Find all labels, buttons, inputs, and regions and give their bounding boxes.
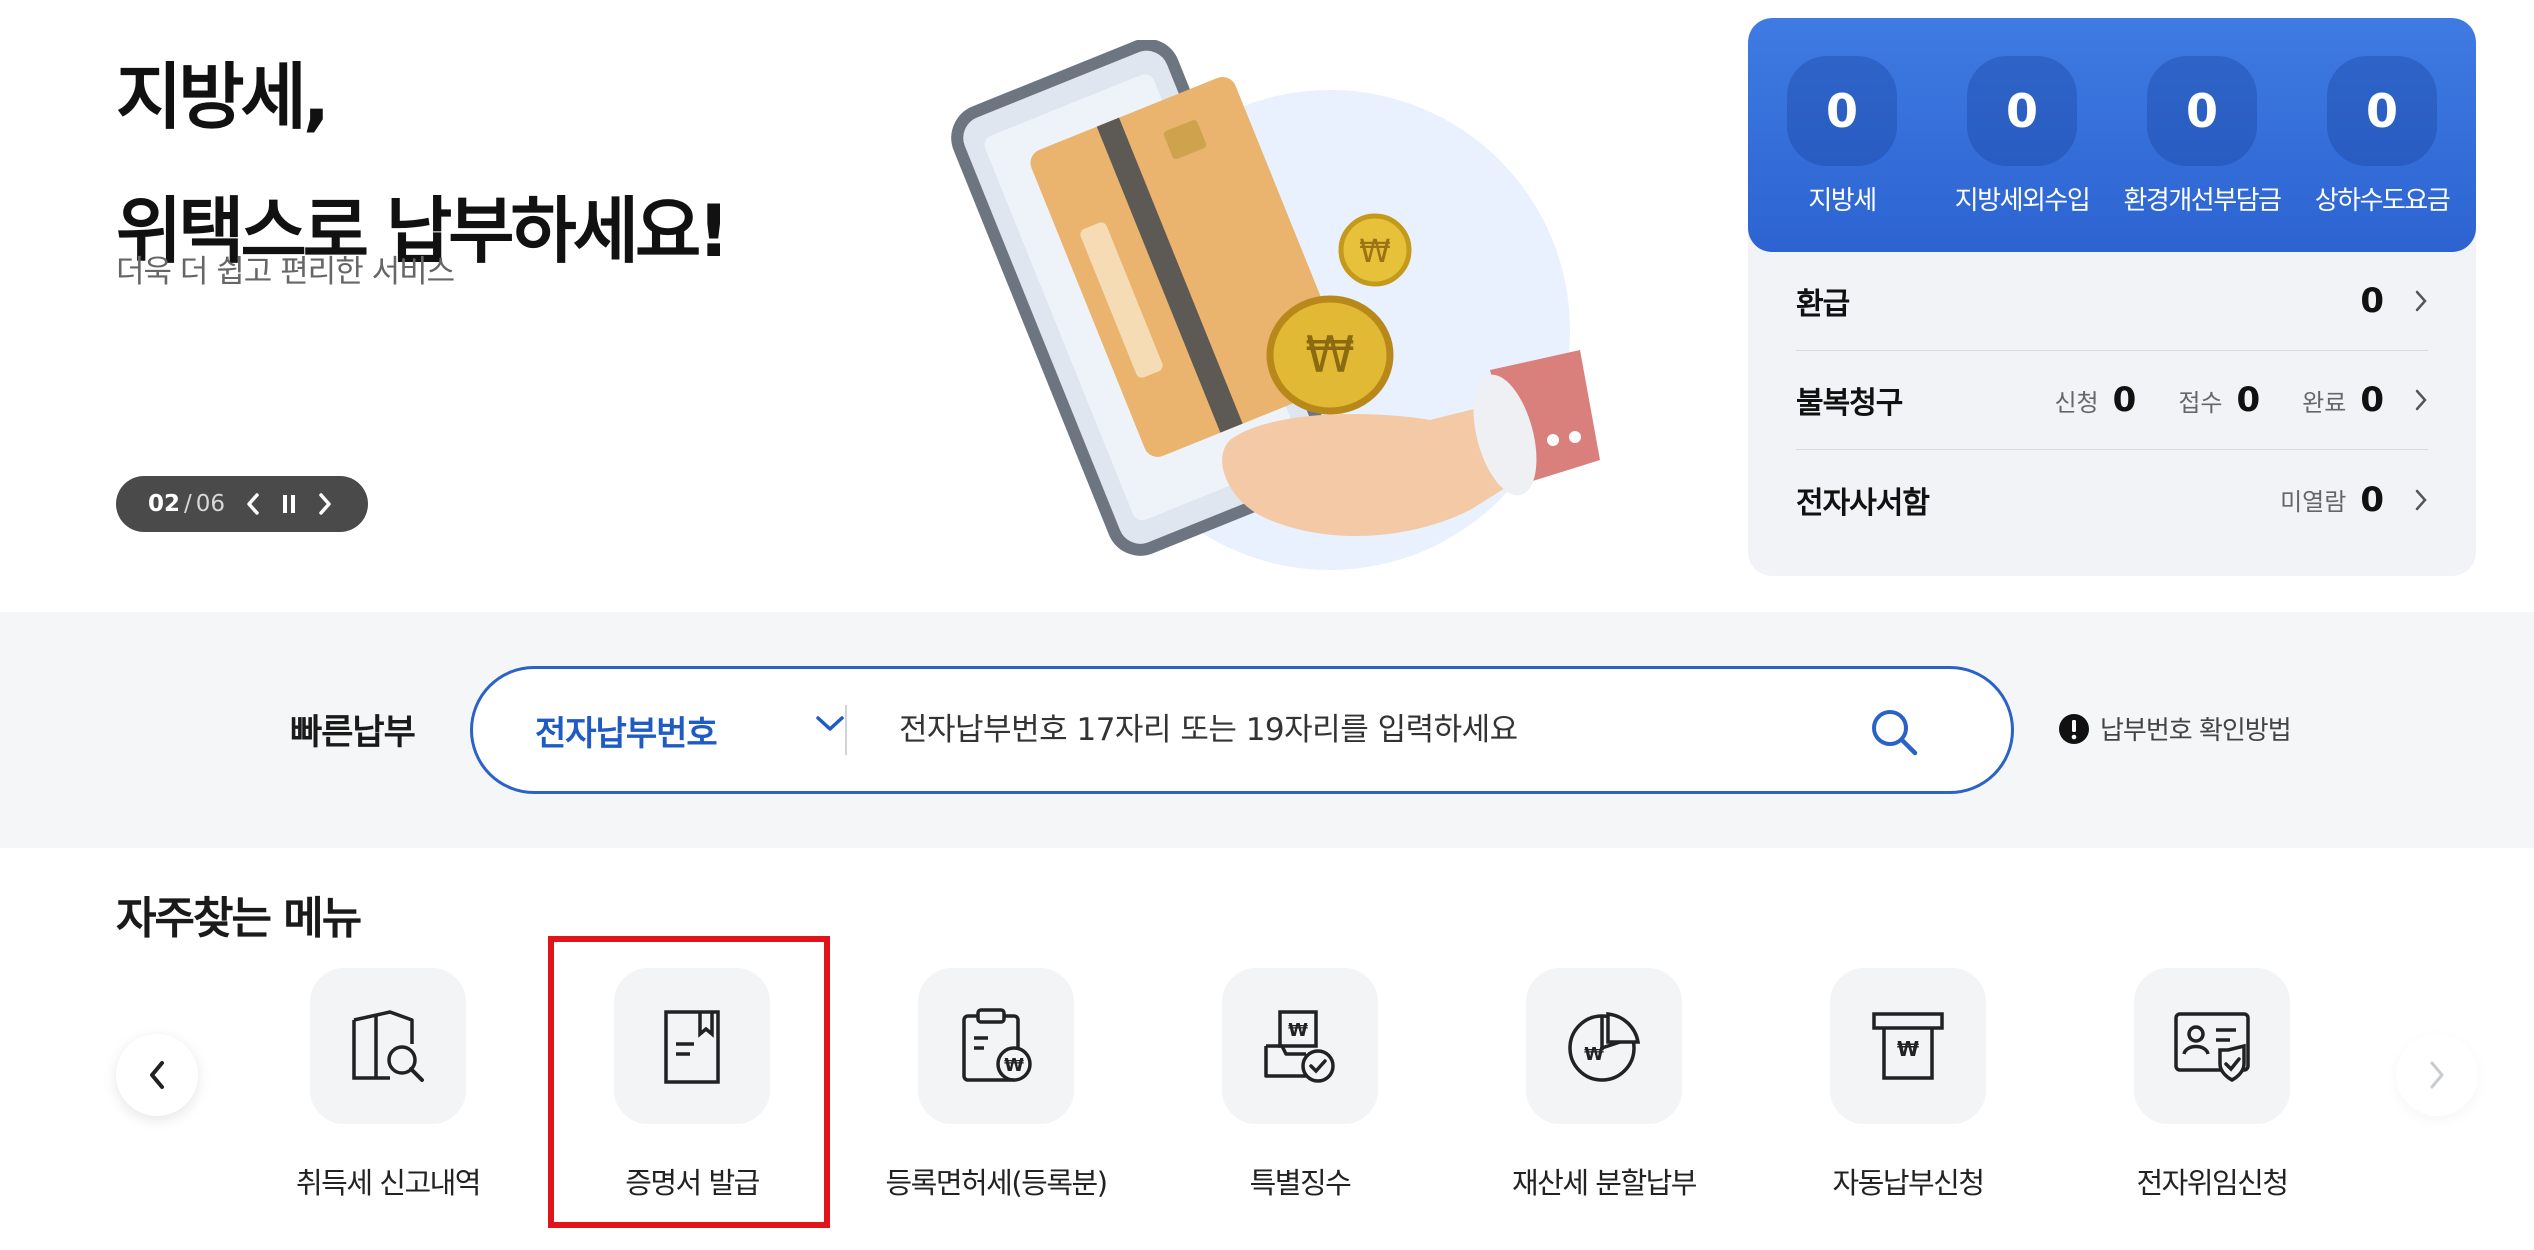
chevron-right-icon <box>2415 489 2427 510</box>
menu-icon-box <box>614 968 770 1124</box>
payment-type-select[interactable]: 전자납부번호 <box>535 669 845 791</box>
menu-label: 전자위임신청 <box>2136 1166 2289 1200</box>
menu-label: 등록면허세(등록분) <box>885 1166 1108 1200</box>
frequent-menu-title: 자주찾는 메뉴 <box>116 893 362 944</box>
stat-water-fee[interactable]: 0 상하수도요금 <box>2296 56 2468 252</box>
appeal-received-label: 접수 <box>2178 388 2223 417</box>
menu-label: 증명서 발급 <box>625 1166 760 1200</box>
refund-row[interactable]: 환급 0 <box>1796 252 2428 351</box>
quick-pay-search-box: 전자납부번호 <box>470 666 2014 794</box>
svg-text:₩: ₩ <box>1584 1044 1604 1065</box>
phone-card-coin-illustration: ₩ ₩ <box>951 40 1600 570</box>
svg-text:₩: ₩ <box>1897 1037 1919 1061</box>
select-divider <box>845 705 847 755</box>
appeal-done-count: 0 <box>2360 380 2384 420</box>
mailbox-row[interactable]: 전자사서함 미열람 0 <box>1796 450 2428 549</box>
chevron-right-icon <box>2430 1061 2444 1089</box>
menu-next-button[interactable] <box>2396 1034 2478 1116</box>
slide-pause-button[interactable] <box>271 484 307 524</box>
quick-pay-section: 빠른납부 전자납부번호 납부번호 확인방법 <box>0 612 2534 848</box>
mailbox-unread-count: 0 <box>2360 479 2384 520</box>
menu-icon-box <box>310 968 466 1124</box>
svg-text:₩: ₩ <box>1359 232 1391 270</box>
refund-title: 환급 <box>1796 287 1850 322</box>
menu-label: 취득세 신고내역 <box>296 1166 481 1200</box>
payment-number-input[interactable] <box>899 697 1859 763</box>
slider-controls: 02 / 06 <box>116 476 368 532</box>
menu-certificate-issuance[interactable]: 증명서 발급 <box>552 968 832 1202</box>
appeal-applied-count: 0 <box>2112 380 2137 420</box>
menu-electronic-delegation[interactable]: 전자위임신청 <box>2072 968 2352 1202</box>
svg-text:₩: ₩ <box>1004 1055 1024 1076</box>
menu-label: 특별징수 <box>1249 1166 1352 1200</box>
chevron-down-icon <box>816 716 844 731</box>
menu-prev-button[interactable] <box>116 1034 198 1116</box>
mailbox-title: 전자사서함 <box>1796 485 1930 521</box>
menu-special-collection[interactable]: ₩ 특별징수 <box>1160 968 1440 1202</box>
menu-icon-box: ₩ <box>1222 968 1378 1124</box>
payment-type-value: 전자납부번호 <box>535 713 718 754</box>
tray-check-icon: ₩ <box>1264 1010 1335 1083</box>
stat-local-tax-label: 지방세 <box>1808 186 1877 216</box>
atm-won-icon: ₩ <box>1872 1012 1944 1080</box>
svg-text:₩: ₩ <box>1288 1020 1308 1041</box>
stat-water-fee-count: 0 <box>2327 56 2437 166</box>
stat-environment-charge-label: 환경개선부담금 <box>2123 186 2282 216</box>
refund-count: 0 <box>2360 281 2384 321</box>
appeal-title: 불복청구 <box>1796 386 1903 421</box>
svg-text:₩: ₩ <box>1305 326 1354 384</box>
document-bookmark-icon <box>664 1010 720 1084</box>
tax-stats: 0 지방세 0 지방세외수입 0 환경개선부담금 0 상하수도요금 <box>1748 18 2476 252</box>
stat-environment-charge-count: 0 <box>2147 56 2257 166</box>
menu-label: 재산세 분할납부 <box>1512 1166 1697 1200</box>
chevron-right-icon <box>2415 290 2427 312</box>
pie-chart-won-icon: ₩ <box>1568 1012 1641 1082</box>
hero-subtitle: 더욱 더 쉽고 편리한 서비스 <box>116 254 455 290</box>
building-search-icon <box>352 1010 424 1082</box>
stat-non-tax-revenue[interactable]: 0 지방세외수입 <box>1936 56 2108 252</box>
chevron-right-icon <box>2415 389 2427 411</box>
slide-next-button[interactable] <box>307 484 343 524</box>
stat-local-tax-count: 0 <box>1787 56 1897 166</box>
payment-number-help-text: 납부번호 확인방법 <box>2100 716 2292 746</box>
menu-icon-box: ₩ <box>918 968 1074 1124</box>
appeal-done-label: 완료 <box>2302 388 2347 417</box>
menu-label: 자동납부신청 <box>1832 1166 1985 1200</box>
chevron-left-icon <box>247 493 259 515</box>
hero-title-line1: 지방세, <box>116 55 330 139</box>
hero-banner: 지방세, 위택스로 납부하세요! 더욱 더 쉽고 편리한 서비스 02 / 06 <box>0 0 2534 612</box>
stat-non-tax-revenue-count: 0 <box>1967 56 2077 166</box>
stat-non-tax-revenue-label: 지방세외수입 <box>1954 186 2091 216</box>
appeal-applied-label: 신청 <box>2054 388 2099 417</box>
slide-separator: / <box>184 491 192 517</box>
search-icon[interactable] <box>1869 707 1919 757</box>
payment-number-help-link[interactable]: 납부번호 확인방법 <box>2058 710 2292 747</box>
menu-registration-license-tax[interactable]: ₩ 등록면허세(등록분) <box>856 968 1136 1202</box>
menu-auto-payment-application[interactable]: ₩ 자동납부신청 <box>1768 968 2048 1202</box>
summary-panel: 0 지방세 0 지방세외수입 0 환경개선부담금 0 상하수도요금 환급 0 불… <box>1748 18 2476 576</box>
stat-environment-charge[interactable]: 0 환경개선부담금 <box>2116 56 2288 252</box>
menu-icon-box: ₩ <box>1830 968 1986 1124</box>
quick-pay-label: 빠른납부 <box>290 713 416 753</box>
appeal-row[interactable]: 불복청구 신청 0 접수 0 완료 0 <box>1796 351 2428 450</box>
slide-prev-button[interactable] <box>235 484 271 524</box>
chevron-left-icon <box>150 1061 164 1089</box>
menu-icon-box <box>2134 968 2290 1124</box>
info-alert-icon <box>2059 713 2089 744</box>
appeal-received-count: 0 <box>2236 380 2261 420</box>
mailbox-unread-label: 미열람 <box>2280 488 2347 516</box>
stat-water-fee-label: 상하수도요금 <box>2314 186 2451 216</box>
slide-current: 02 <box>148 491 181 517</box>
menu-acquisition-tax-history[interactable]: 취득세 신고내역 <box>248 968 528 1202</box>
chevron-right-icon <box>319 493 331 515</box>
menu-icon-box: ₩ <box>1526 968 1682 1124</box>
menu-property-tax-installment[interactable]: ₩ 재산세 분할납부 <box>1464 968 1744 1202</box>
slide-total: 06 <box>195 491 226 517</box>
clipboard-won-icon: ₩ <box>962 1008 1032 1082</box>
stat-local-tax[interactable]: 0 지방세 <box>1756 56 1928 252</box>
id-card-shield-icon <box>2174 1012 2250 1082</box>
pause-icon <box>283 495 296 513</box>
